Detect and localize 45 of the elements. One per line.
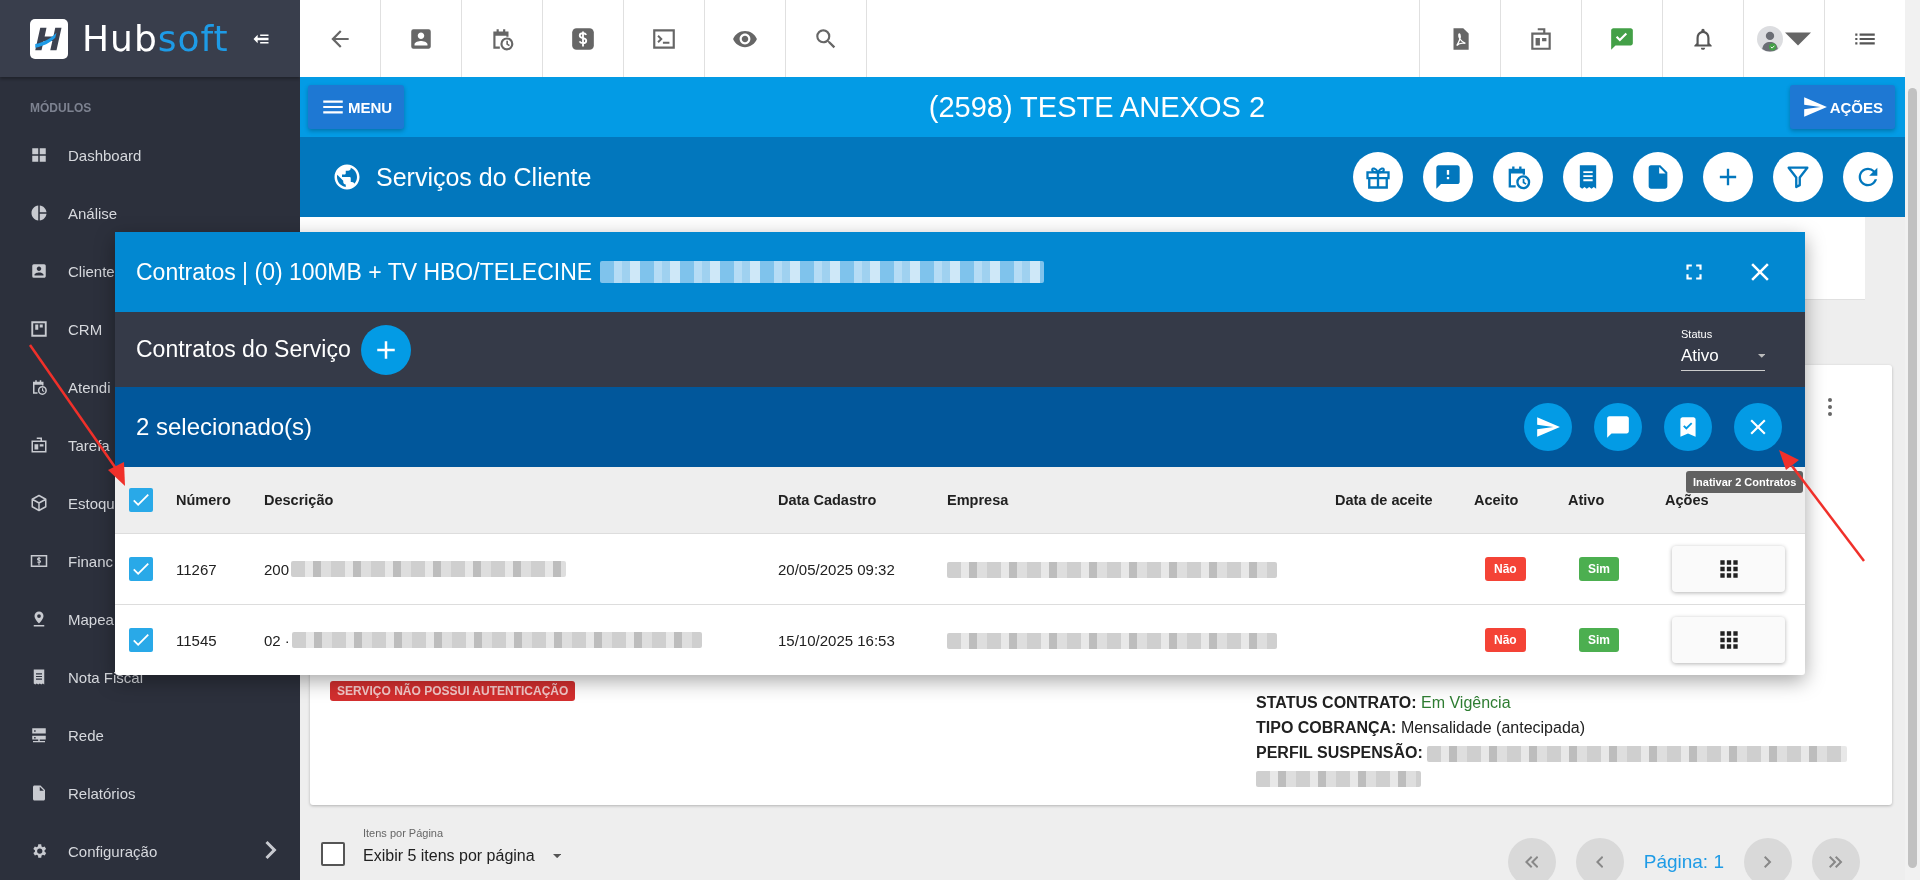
table-cell: 02 · xyxy=(264,631,290,649)
status-badge: Sim xyxy=(1579,628,1619,652)
page-indicator: Página: 1 xyxy=(1643,851,1724,873)
table-cell-text: 15/10/2025 16:53 xyxy=(778,631,896,649)
column-header: Data de aceite xyxy=(1335,492,1434,508)
field-label: Itens por Página xyxy=(363,827,445,839)
sidebar-label: Relatórios xyxy=(68,784,136,802)
detail-value: Em Vigência xyxy=(1421,694,1511,711)
column-header: Data Cadastro xyxy=(778,492,878,508)
detail-label: STATUS CONTRATO: xyxy=(1256,694,1417,711)
table-cell-text: 11267 xyxy=(176,560,218,578)
table-cell-text: 11545 xyxy=(176,631,218,649)
detail-value: Mensalidade (antecipada) xyxy=(1400,719,1585,736)
sidebar-label: Estoqu xyxy=(68,494,115,512)
column-header: Ações xyxy=(1665,492,1710,508)
sidebar-label: Rede xyxy=(68,726,104,744)
column-header: Número xyxy=(176,492,232,508)
dialog-subtitle: Contratos do Serviço xyxy=(136,336,351,363)
sidebar-label: Mapea xyxy=(68,610,114,628)
page-title: (2598) TESTE ANEXOS 2 xyxy=(928,90,1266,124)
selection-count: 2 selecionado(s) xyxy=(136,413,313,441)
sidebar-label: Configuração xyxy=(68,842,158,860)
status-badge: Não xyxy=(1485,557,1526,581)
column-header: Aceito xyxy=(1474,492,1520,508)
detail-label: TIPO COBRANÇA: xyxy=(1256,719,1397,736)
table-cell: 200 xyxy=(264,560,290,578)
section-title: Serviços do Cliente xyxy=(376,162,593,192)
logo-text: Hubsoft xyxy=(82,18,229,59)
sidebar-label: Atendi xyxy=(68,378,111,396)
column-header: Descrição xyxy=(264,492,335,508)
sidebar-label: Financ xyxy=(68,552,114,570)
tooltip: Inativar 2 Contratos xyxy=(1686,471,1804,493)
sidebar-label: CRM xyxy=(68,320,103,338)
dialog-title: Contratos | (0) 100MB + TV HBO/TELECINE xyxy=(136,258,593,286)
warning-badge: SERVIÇO NÃO POSSUI AUTENTICAÇÃO xyxy=(330,681,576,701)
column-header: Empresa xyxy=(947,492,1010,508)
column-header: Ativo xyxy=(1568,492,1606,508)
detail-label: PERFIL SUSPENSÃO: xyxy=(1256,744,1423,761)
section-heading: MÓDULOS xyxy=(29,99,93,117)
sidebar-label: Dashboard xyxy=(68,146,142,164)
table-cell-text: 20/05/2025 09:32 xyxy=(778,560,896,578)
sidebar-label: Cliente xyxy=(68,262,115,280)
sidebar-label: Análise xyxy=(68,204,118,222)
status-badge: Sim xyxy=(1579,557,1619,581)
status-badge: Não xyxy=(1485,628,1526,652)
